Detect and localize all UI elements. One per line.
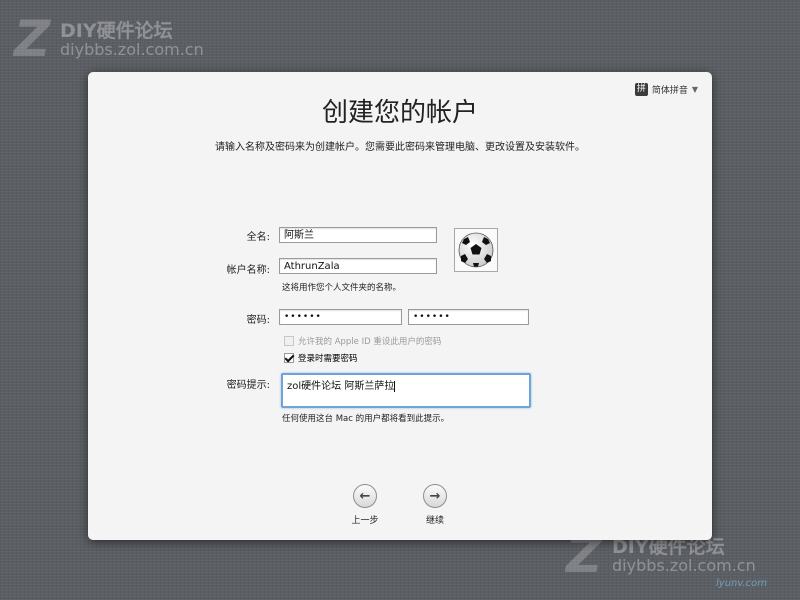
continue-button-label: 继续 (425, 516, 444, 526)
watermark-url: diybbs.zol.com.cn (60, 40, 204, 59)
verify-password-field[interactable]: •••••• (408, 309, 529, 325)
user-picture-well[interactable] (454, 228, 498, 272)
allow-apple-id-reset-label: 允许我的 Apple ID 重设此用户的密码 (298, 337, 442, 347)
arrow-right-icon: → (423, 484, 447, 508)
account-name-field[interactable]: AthrunZala (279, 258, 437, 274)
watermark-brand: DIY硬件论坛 (60, 20, 173, 42)
checkbox-box (284, 336, 294, 346)
require-password-checkbox[interactable]: 登录时需要密码 (284, 352, 358, 364)
page-subtitle: 请输入名称及密码来为创建帐户。您需要此密码来管理电脑、更改设置及安装软件。 (215, 142, 585, 153)
back-button-label: 上一步 (351, 516, 379, 526)
require-password-label: 登录时需要密码 (298, 354, 358, 364)
back-button[interactable]: ← 上一步 (335, 484, 395, 526)
account-name-hint: 这将用作您个人文件夹的名称。 (282, 283, 402, 293)
arrow-left-icon: ← (353, 484, 377, 508)
setup-assistant-panel: 拼 简体拼音 ▼ 创建您的帐户 请输入名称及密码来为创建帐户。您需要此密码来管理… (88, 72, 712, 540)
password-hint-value: zol硬件论坛 阿斯兰萨拉 (287, 381, 395, 392)
page-title: 创建您的帐户 (321, 98, 478, 128)
text-caret (394, 380, 396, 392)
checkmark-icon (284, 353, 294, 363)
zol-logo-icon: Z (14, 10, 51, 68)
password-hint-field[interactable]: zol硬件论坛 阿斯兰萨拉 (281, 373, 531, 408)
account-name-label: 帐户名称: (226, 265, 270, 276)
watermark-url: diybbs.zol.com.cn (612, 556, 756, 575)
password-hint-note: 任何使用这台 Mac 的用户都将看到此提示。 (282, 414, 450, 424)
watermark-corner: lyunv.com (716, 578, 768, 589)
password-label: 密码: (246, 315, 270, 326)
password-field[interactable]: •••••• (279, 309, 402, 325)
full-name-field[interactable]: 阿斯兰 (279, 227, 437, 243)
full-name-label: 全名: (246, 232, 270, 243)
continue-button[interactable]: → 继续 (405, 484, 465, 526)
soccer-ball-icon (458, 232, 494, 268)
allow-apple-id-reset-checkbox[interactable]: 允许我的 Apple ID 重设此用户的密码 (284, 335, 441, 347)
password-hint-label: 密码提示: (226, 380, 270, 391)
